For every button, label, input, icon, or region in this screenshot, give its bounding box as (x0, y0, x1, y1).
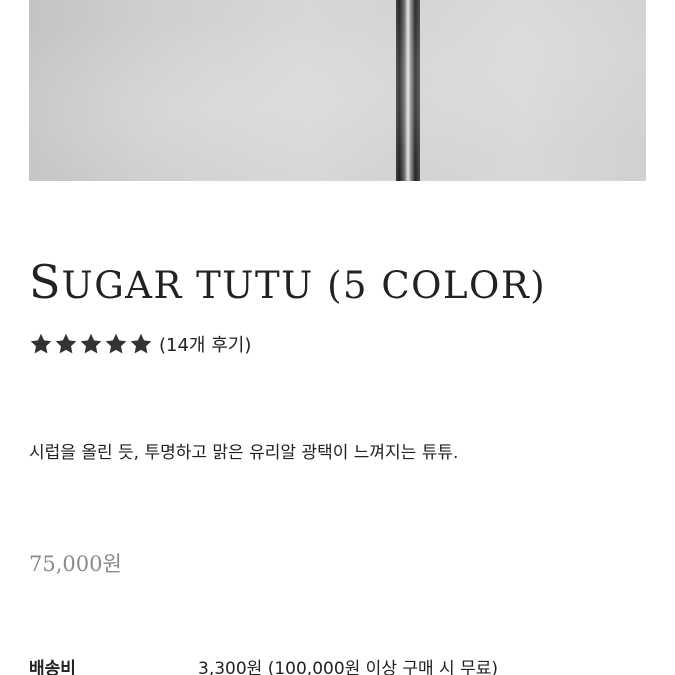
product-title-rest: UGAR TUTU (5 COLOR) (61, 264, 547, 307)
product-image-stand (396, 0, 420, 181)
star-icon (30, 333, 52, 354)
review-count-link[interactable]: (14개 후기) (159, 331, 251, 357)
product-description: 시럽을 올린 듯, 투명하고 맑은 유리알 광택이 느껴지는 튜튜. (29, 443, 459, 463)
rating-stars (29, 332, 154, 356)
shipping-value: 3,300원 (100,000원 이상 구매 시 무료) (198, 659, 499, 675)
product-price: 75,000원 (29, 552, 122, 576)
shipping-label: 배송비 (29, 659, 76, 675)
star-icon (130, 333, 152, 354)
product-title: SUGAR TUTU (5 COLOR) (29, 252, 546, 316)
star-icon (80, 333, 102, 354)
star-icon (105, 333, 127, 354)
product-title-initial: S (29, 255, 62, 309)
rating: (14개 후기) (29, 329, 251, 359)
product-image[interactable] (29, 0, 646, 181)
star-icon (55, 333, 77, 354)
